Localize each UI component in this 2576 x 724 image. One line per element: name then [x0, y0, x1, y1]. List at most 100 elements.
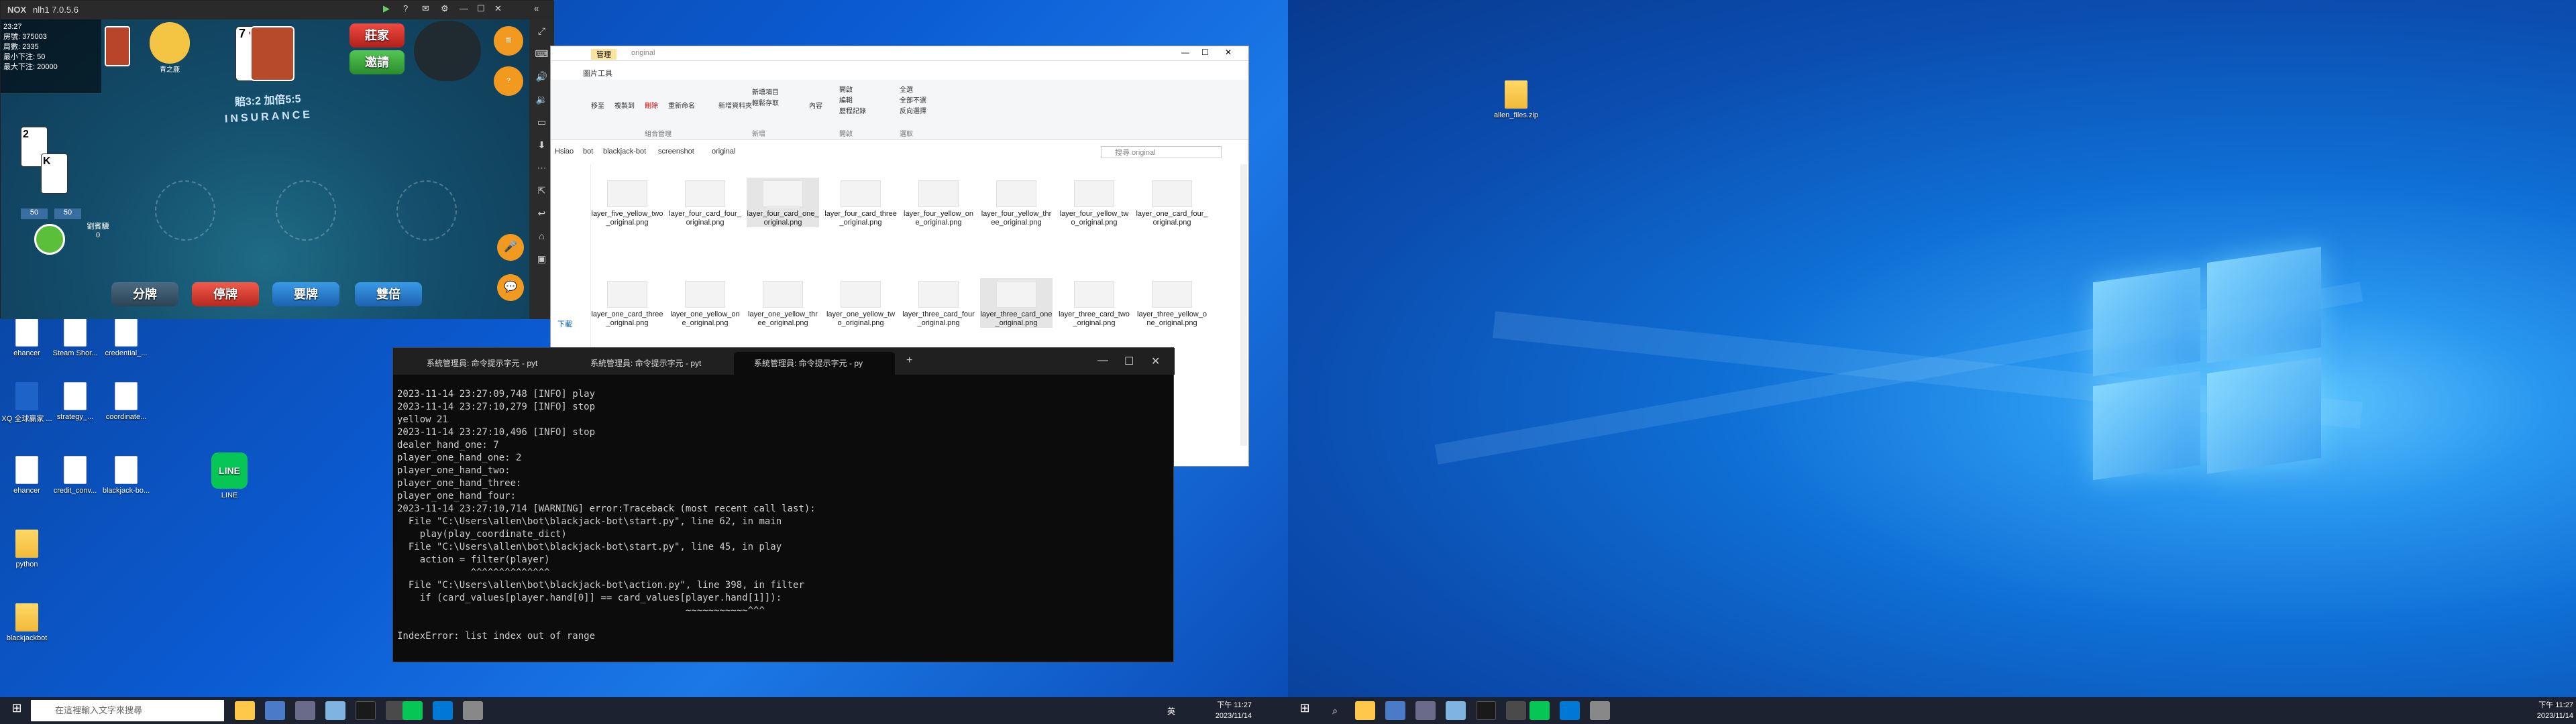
- file-item[interactable]: layer_four_yellow_three_original.png: [980, 178, 1053, 227]
- search-box[interactable]: 在這裡輸入文字來搜尋: [31, 700, 224, 721]
- new-item-button[interactable]: 新增項目: [752, 86, 779, 97]
- file-item[interactable]: layer_four_yellow_two_original.png: [1058, 178, 1130, 227]
- rename-button[interactable]: 重新命名: [668, 100, 695, 110]
- desktop-icon[interactable]: XQ 全球贏家 ...: [0, 382, 54, 424]
- properties-button[interactable]: 內容: [809, 100, 822, 110]
- seat-slot[interactable]: [155, 180, 215, 241]
- breadcrumb-item[interactable]: Hsiao: [555, 147, 574, 156]
- file-item[interactable]: layer_three_card_two_original.png: [1058, 278, 1130, 328]
- copy-to-button[interactable]: 複製到: [614, 100, 635, 110]
- microphone-icon[interactable]: 🎤: [497, 234, 524, 261]
- play-icon[interactable]: ▶: [383, 3, 390, 14]
- ribbon-tab-picture-tools[interactable]: 圖片工具: [583, 68, 612, 78]
- invite-button[interactable]: 邀請: [350, 50, 405, 74]
- desktop-icon[interactable]: ehancer: [0, 318, 54, 357]
- new-folder-button[interactable]: 新增資料夾: [718, 100, 752, 110]
- start-icon[interactable]: ⊞: [1295, 701, 1315, 720]
- desktop-icon[interactable]: LINE LINE: [203, 452, 256, 499]
- file-item[interactable]: layer_four_yellow_one_original.png: [902, 178, 975, 227]
- desktop-icon[interactable]: credential_...: [99, 318, 153, 357]
- app-icon[interactable]: [1590, 701, 1610, 720]
- maximize-icon[interactable]: ☐: [1201, 48, 1209, 57]
- search-icon[interactable]: ⌕: [1325, 701, 1345, 720]
- select-all-button[interactable]: 全選: [900, 84, 913, 94]
- file-item[interactable]: layer_four_card_one_original.png: [747, 178, 819, 227]
- file-item[interactable]: layer_four_card_four_original.png: [669, 178, 741, 227]
- double-button[interactable]: 雙倍: [355, 282, 422, 306]
- desktop-icon[interactable]: Steam Shor...: [48, 318, 102, 357]
- ime-indicator[interactable]: 英: [1167, 705, 1175, 717]
- history-button[interactable]: 歷程記錄: [839, 105, 866, 115]
- ribbon-tab-manage[interactable]: 管理: [591, 49, 616, 60]
- hit-button[interactable]: 要牌: [272, 282, 339, 306]
- breadcrumb-item[interactable]: original: [712, 147, 735, 156]
- file-item[interactable]: layer_one_yellow_three_original.png: [747, 278, 819, 328]
- app-icon[interactable]: [1385, 701, 1405, 720]
- help-icon[interactable]: ?: [403, 3, 408, 13]
- edit-button[interactable]: 編輯: [839, 95, 853, 105]
- terminal-output[interactable]: 2023-11-14 23:27:09,748 [INFO] play 2023-…: [397, 388, 1169, 656]
- nav-item-downloads[interactable]: 下載: [557, 318, 572, 329]
- line-icon[interactable]: [402, 701, 423, 720]
- seat-slot[interactable]: [396, 180, 457, 241]
- desktop-icon[interactable]: strategy_...: [48, 382, 102, 421]
- seat-slot[interactable]: [276, 180, 336, 241]
- vscode-icon[interactable]: [1560, 701, 1580, 720]
- breadcrumb-item[interactable]: bot: [583, 147, 593, 156]
- minimize-icon[interactable]: —: [1097, 355, 1108, 367]
- desktop-icon[interactable]: blackjack-bo...: [99, 456, 153, 495]
- desktop-icon[interactable]: python: [0, 530, 54, 568]
- game-info-icon[interactable]: ?: [494, 66, 523, 96]
- mail-icon[interactable]: ✉: [422, 3, 429, 14]
- file-item[interactable]: layer_one_yellow_two_original.png: [824, 278, 897, 328]
- easy-access-button[interactable]: 輕鬆存取: [752, 97, 779, 107]
- vscode-icon[interactable]: [433, 701, 453, 720]
- app-icon[interactable]: [463, 701, 483, 720]
- minimize-icon[interactable]: —: [460, 3, 468, 13]
- file-item[interactable]: layer_three_card_one_original.png: [980, 278, 1053, 328]
- start-icon[interactable]: ⊞: [7, 701, 27, 720]
- close-icon[interactable]: ✕: [1151, 355, 1160, 368]
- terminal-tab[interactable]: 系統管理員: 命令提示字元 - pyt: [570, 352, 731, 375]
- close-icon[interactable]: ✕: [494, 3, 502, 14]
- settings-icon[interactable]: ⚙: [441, 3, 449, 14]
- dealer-button[interactable]: 莊家: [350, 23, 405, 48]
- app-icon[interactable]: [1446, 701, 1466, 720]
- file-item[interactable]: layer_one_yellow_one_original.png: [669, 278, 741, 328]
- app-icon[interactable]: [1506, 701, 1526, 720]
- search-input[interactable]: 搜尋 original: [1101, 146, 1222, 158]
- delete-button[interactable]: 刪除: [645, 100, 658, 110]
- file-explorer-icon[interactable]: [1355, 701, 1375, 720]
- file-item[interactable]: layer_three_card_four_original.png: [902, 278, 975, 328]
- address-bar[interactable]: Hsiao bot blackjack-bot screenshot origi…: [551, 144, 1248, 160]
- file-item[interactable]: layer_five_yellow_two_original.png: [591, 178, 663, 227]
- terminal-icon[interactable]: [1476, 701, 1496, 720]
- clock[interactable]: 下午 11:27 2023/11/14: [2509, 700, 2573, 721]
- scrollbar[interactable]: [1240, 164, 1247, 446]
- menu-icon[interactable]: ≡: [494, 26, 523, 56]
- invert-selection-button[interactable]: 反向選擇: [900, 105, 926, 115]
- app-icon[interactable]: [295, 701, 315, 720]
- split-button[interactable]: 分牌: [111, 282, 178, 306]
- terminal-tab-active[interactable]: 系統管理員: 命令提示字元 - py: [734, 352, 895, 375]
- breadcrumb-item[interactable]: screenshot: [658, 147, 694, 156]
- collapse-icon[interactable]: «: [534, 3, 539, 13]
- maximize-icon[interactable]: ☐: [477, 3, 485, 14]
- line-icon[interactable]: [1529, 701, 1550, 720]
- new-tab-icon[interactable]: +: [906, 355, 912, 367]
- app-icon[interactable]: [265, 701, 285, 720]
- desktop-icon[interactable]: coordinate...: [99, 382, 153, 421]
- desktop-icon[interactable]: ehancer: [0, 456, 54, 495]
- move-to-button[interactable]: 移至: [591, 100, 604, 110]
- file-item[interactable]: layer_four_card_three_original.png: [824, 178, 897, 227]
- chat-icon[interactable]: 💬: [497, 274, 524, 301]
- desktop-icon[interactable]: allen_files.zip: [1489, 80, 1543, 119]
- file-item[interactable]: layer_one_card_four_original.png: [1136, 178, 1208, 227]
- clock[interactable]: 下午 11:27 2023/11/14: [1187, 700, 1252, 721]
- stand-button[interactable]: 停牌: [192, 282, 259, 306]
- fullscreen-icon[interactable]: ⤢: [529, 19, 554, 42]
- maximize-icon[interactable]: ☐: [1124, 355, 1134, 368]
- open-button[interactable]: 開啟: [839, 84, 853, 94]
- desktop-icon[interactable]: credit_conv...: [48, 456, 102, 495]
- breadcrumb-item[interactable]: blackjack-bot: [603, 147, 646, 156]
